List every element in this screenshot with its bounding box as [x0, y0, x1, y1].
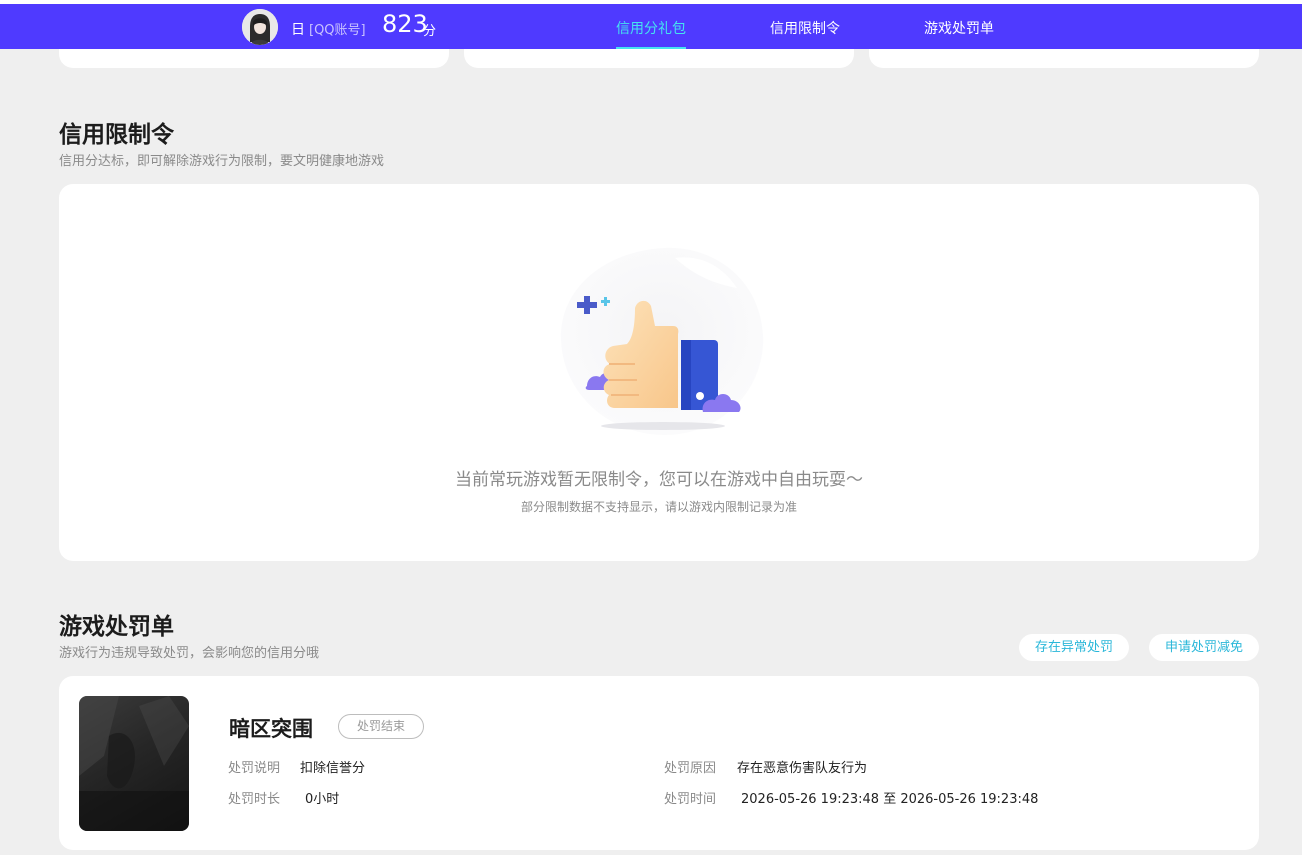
credit-score-unit: 分 [423, 24, 437, 39]
top-nav-bar: 日 [QQ账号] 823 分 信用分礼包 信用限制令 游戏处罚单 [0, 4, 1302, 49]
credit-score: 823 [382, 10, 428, 38]
game-name: 暗区突围 [229, 717, 313, 741]
gift-card-3[interactable] [869, 49, 1259, 68]
avatar[interactable] [242, 9, 278, 45]
empty-state-title: 当前常玩游戏暂无限制令，您可以在游戏中自由玩耍～ [455, 470, 863, 490]
nav-tab-game-penalty[interactable]: 游戏处罚单 [924, 18, 994, 38]
penalty-duration-value: 0小时 [305, 792, 340, 807]
restriction-section-subtitle: 信用分达标，即可解除游戏行为限制，要文明健康地游戏 [59, 154, 385, 169]
abnormal-penalty-button[interactable]: 存在异常处罚 [1019, 634, 1129, 661]
restriction-panel: 当前常玩游戏暂无限制令，您可以在游戏中自由玩耍～ 部分限制数据不支持显示，请以游… [59, 184, 1259, 561]
thumbs-up-icon [560, 247, 764, 435]
penalty-desc-value: 扣除信誉分 [300, 761, 366, 776]
penalty-desc-label: 处罚说明 [228, 761, 281, 776]
game-cover-image [79, 696, 189, 831]
penalty-section-subtitle: 游戏行为违规导致处罚，会影响您的信用分哦 [59, 646, 320, 661]
penalty-reason-value: 存在恶意伤害队友行为 [737, 761, 868, 776]
penalty-record-card[interactable]: 暗区突围 处罚结束 处罚说明 扣除信誉分 处罚时长 0小时 处罚原因 存在恶意伤… [59, 676, 1259, 850]
penalty-time-value: 2026-05-26 19:23:48 至 2026-05-26 19:23:4… [741, 792, 1039, 807]
penalty-reason-label: 处罚原因 [664, 761, 717, 776]
game-cover-art [79, 696, 189, 831]
appeal-penalty-button[interactable]: 申请处罚减免 [1149, 634, 1259, 661]
penalty-status-badge: 处罚结束 [338, 714, 424, 739]
gift-card-2[interactable] [464, 49, 854, 68]
penalty-section-title: 游戏处罚单 [59, 614, 174, 640]
nav-tab-credit-restriction[interactable]: 信用限制令 [770, 18, 840, 38]
gift-card-1[interactable] [59, 49, 449, 68]
penalty-time-label: 处罚时间 [664, 792, 717, 807]
nav-tab-credit-gift[interactable]: 信用分礼包 [616, 18, 686, 38]
empty-state-note: 部分限制数据不支持显示，请以游戏内限制记录为准 [520, 500, 797, 514]
restriction-section-title: 信用限制令 [59, 122, 174, 148]
penalty-duration-label: 处罚时长 [228, 792, 281, 807]
user-name: 日 [291, 22, 305, 38]
avatar-image [242, 9, 278, 45]
account-type-label: [QQ账号] [309, 23, 366, 38]
